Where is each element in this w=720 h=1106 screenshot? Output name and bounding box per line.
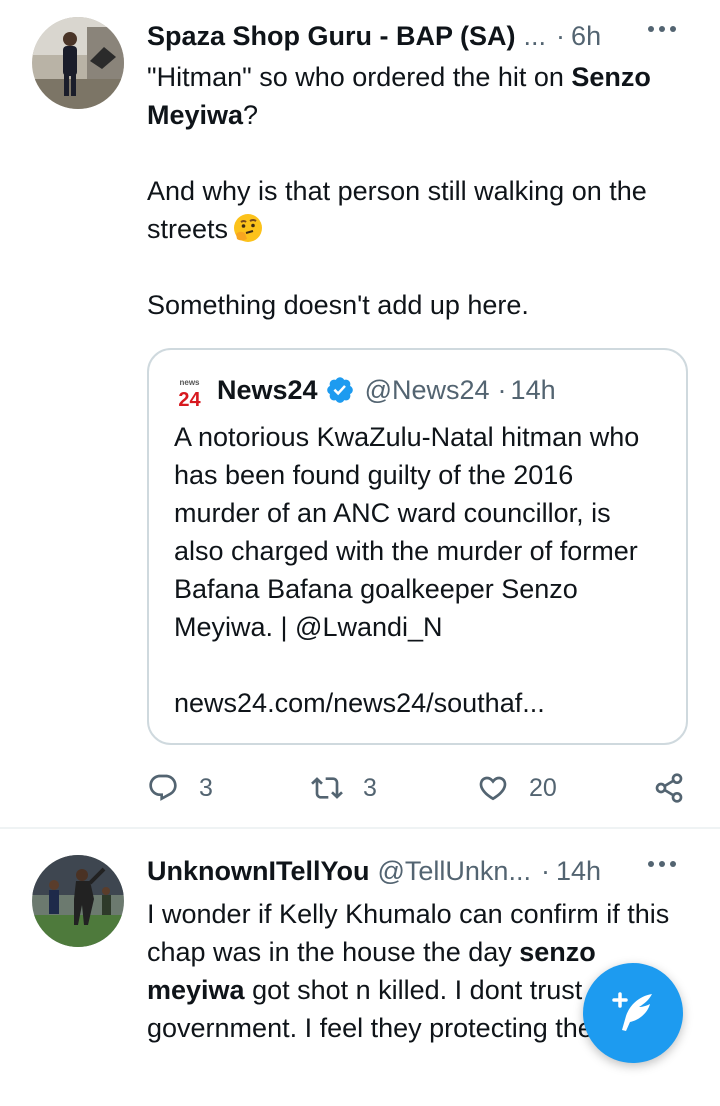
compose-tweet-button[interactable]: [583, 963, 683, 1063]
like-button[interactable]: 20: [477, 768, 557, 808]
verified-badge-icon: [326, 377, 353, 403]
news24-logo: news 24: [178, 378, 201, 410]
svg-text:24: 24: [178, 389, 201, 410]
more-icon[interactable]: [648, 26, 676, 32]
author-handle[interactable]: ...: [524, 21, 547, 52]
tweet-header: UnknownITellYou @TellUnkn... · 14h: [147, 851, 690, 891]
share-icon: [655, 773, 683, 803]
like-count: 20: [529, 773, 557, 802]
like-icon: [479, 776, 507, 801]
author-name[interactable]: Spaza Shop Guru - BAP (SA): [147, 21, 516, 52]
thinking-face-emoji: [234, 214, 263, 242]
quoted-tweet[interactable]: news 24 News24 @News24 · 14h A notorious…: [147, 348, 688, 745]
quote-timestamp: 14h: [510, 374, 556, 405]
quote-link[interactable]: news24.com/news24/southaf...: [174, 684, 545, 722]
retweet-button[interactable]: 3: [311, 768, 377, 808]
author-name[interactable]: UnknownITellYou: [147, 856, 370, 887]
avatar[interactable]: [32, 855, 124, 947]
avatar[interactable]: [32, 17, 124, 109]
author-handle[interactable]: @TellUnkn...: [378, 856, 531, 887]
reply-button[interactable]: 3: [147, 768, 213, 808]
separator-dot: ·: [540, 855, 550, 886]
retweet-icon: [311, 777, 343, 799]
compose-icon: [612, 992, 652, 1031]
timestamp[interactable]: 14h: [556, 856, 601, 887]
quote-author-name: News24: [217, 374, 318, 405]
more-icon[interactable]: [648, 861, 676, 867]
tweet-header: Spaza Shop Guru - BAP (SA) ... · 6h: [147, 16, 690, 56]
timestamp[interactable]: 6h: [571, 21, 601, 52]
quote-author-handle: @News24: [364, 374, 490, 405]
reply-icon: [149, 774, 177, 801]
share-button[interactable]: [653, 768, 685, 808]
quote-text: A notorious KwaZulu-Natal hitman who has…: [174, 422, 640, 642]
tweet[interactable]: Spaza Shop Guru - BAP (SA) ... · 6h "Hit…: [0, 0, 720, 828]
separator-dot: ·: [556, 20, 566, 51]
tweet-actions: 3 3 20: [147, 768, 692, 808]
svg-text:news: news: [179, 378, 200, 387]
tweet-text: "Hitman" so who ordered the hit on Senzo…: [147, 62, 651, 320]
retweet-count: 3: [363, 773, 377, 802]
quote-header: News24 @News24 · 14h: [217, 374, 556, 405]
reply-count: 3: [199, 773, 213, 802]
